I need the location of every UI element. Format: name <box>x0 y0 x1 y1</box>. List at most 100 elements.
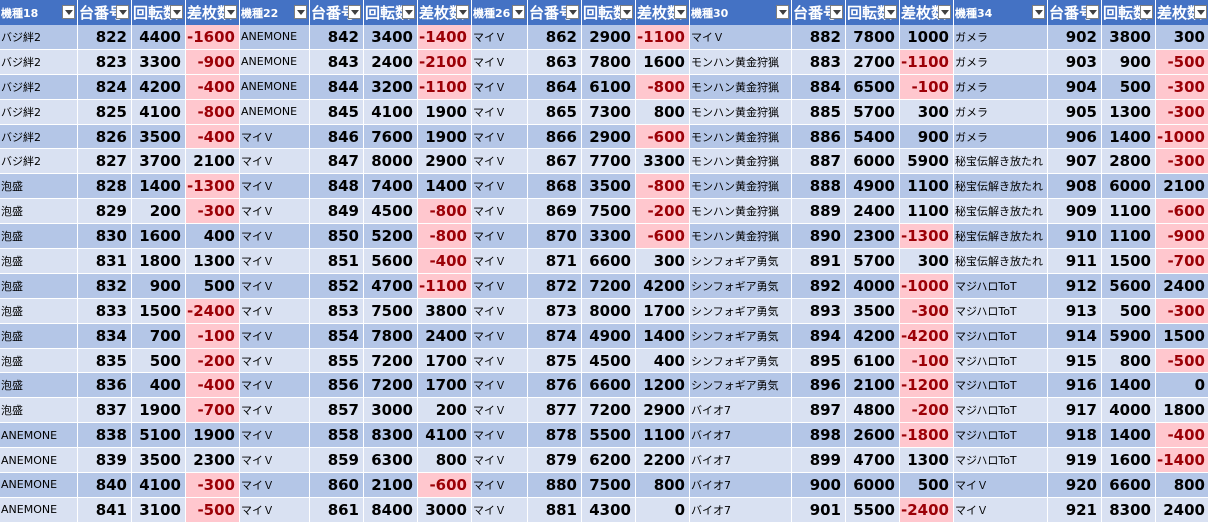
medal-difference-cell[interactable]: 1300 <box>186 249 240 274</box>
column-header[interactable]: 回転数 <box>364 0 418 25</box>
spin-count-cell[interactable]: 4900 <box>582 323 636 349</box>
medal-difference-cell[interactable]: -400 <box>186 124 240 150</box>
medal-difference-cell[interactable]: -1000 <box>1156 124 1208 150</box>
spin-count-cell[interactable]: 5600 <box>364 249 418 274</box>
column-header[interactable]: 差枚数 <box>186 0 240 25</box>
machine-name-cell[interactable]: マジハロToT <box>954 273 1048 299</box>
column-header[interactable]: 回転数 <box>582 0 636 25</box>
unit-number-cell[interactable]: 870 <box>528 224 582 250</box>
filter-dropdown-icon[interactable] <box>1086 5 1099 19</box>
column-header[interactable]: 台番号 <box>310 0 364 25</box>
medal-difference-cell[interactable]: -300 <box>1156 74 1208 100</box>
machine-name-cell[interactable]: モンハン黄金狩猟 <box>690 49 792 75</box>
unit-number-cell[interactable]: 871 <box>528 249 582 274</box>
medal-difference-cell[interactable]: -800 <box>636 174 690 200</box>
filter-dropdown-icon[interactable] <box>170 5 183 19</box>
spin-count-cell[interactable]: 7200 <box>364 348 418 374</box>
spin-count-cell[interactable]: 8000 <box>364 149 418 175</box>
spin-count-cell[interactable]: 6500 <box>846 74 900 100</box>
spin-count-cell[interactable]: 7700 <box>582 149 636 175</box>
spin-count-cell[interactable]: 2400 <box>364 49 418 75</box>
unit-number-cell[interactable]: 822 <box>78 25 132 50</box>
spin-count-cell[interactable]: 7300 <box>582 99 636 125</box>
unit-number-cell[interactable]: 905 <box>1048 99 1102 125</box>
medal-difference-cell[interactable]: 1500 <box>1156 323 1208 349</box>
medal-difference-cell[interactable]: -800 <box>186 99 240 125</box>
machine-name-cell[interactable]: シンフォギア勇気 <box>690 348 792 374</box>
unit-number-cell[interactable]: 913 <box>1048 298 1102 324</box>
machine-name-cell[interactable]: ANEMONE <box>0 497 78 523</box>
spin-count-cell[interactable]: 8400 <box>364 497 418 523</box>
spin-count-cell[interactable]: 1600 <box>132 224 186 250</box>
machine-name-cell[interactable]: ANEMONE <box>240 99 310 125</box>
machine-name-cell[interactable]: マイＶ <box>472 298 528 324</box>
medal-difference-cell[interactable]: 1100 <box>636 423 690 449</box>
machine-name-cell[interactable]: ガメラ <box>954 74 1048 100</box>
machine-name-cell[interactable]: 泡盛 <box>0 273 78 299</box>
machine-name-cell[interactable]: マイＶ <box>240 174 310 200</box>
column-header[interactable]: 差枚数 <box>636 0 690 25</box>
medal-difference-cell[interactable]: -1300 <box>900 224 954 250</box>
filter-dropdown-icon[interactable] <box>830 5 843 19</box>
unit-number-cell[interactable]: 856 <box>310 373 364 399</box>
medal-difference-cell[interactable]: -1400 <box>418 25 472 50</box>
medal-difference-cell[interactable]: -300 <box>900 298 954 324</box>
unit-number-cell[interactable]: 920 <box>1048 473 1102 498</box>
medal-difference-cell[interactable]: -100 <box>186 323 240 349</box>
spin-count-cell[interactable]: 800 <box>1102 348 1156 374</box>
filter-dropdown-icon[interactable] <box>62 5 75 19</box>
unit-number-cell[interactable]: 835 <box>78 348 132 374</box>
spin-count-cell[interactable]: 4100 <box>132 473 186 498</box>
medal-difference-cell[interactable]: -800 <box>418 199 472 225</box>
machine-name-cell[interactable]: マジハロToT <box>954 373 1048 399</box>
medal-difference-cell[interactable]: 3800 <box>418 298 472 324</box>
spin-count-cell[interactable]: 4500 <box>364 199 418 225</box>
medal-difference-cell[interactable]: 1900 <box>418 99 472 125</box>
machine-name-cell[interactable]: マイＶ <box>954 497 1048 523</box>
medal-difference-cell[interactable]: -200 <box>900 398 954 424</box>
medal-difference-cell[interactable]: -900 <box>186 49 240 75</box>
spin-count-cell[interactable]: 700 <box>132 323 186 349</box>
machine-name-cell[interactable]: マイＶ <box>240 298 310 324</box>
unit-number-cell[interactable]: 863 <box>528 49 582 75</box>
machine-name-cell[interactable]: マイＶ <box>240 448 310 474</box>
spin-count-cell[interactable]: 4500 <box>582 348 636 374</box>
medal-difference-cell[interactable]: 1100 <box>900 199 954 225</box>
unit-number-cell[interactable]: 886 <box>792 124 846 150</box>
column-header[interactable]: 回転数 <box>1102 0 1156 25</box>
unit-number-cell[interactable]: 874 <box>528 323 582 349</box>
spin-count-cell[interactable]: 7500 <box>582 473 636 498</box>
unit-number-cell[interactable]: 889 <box>792 199 846 225</box>
spin-count-cell[interactable]: 2900 <box>582 124 636 150</box>
column-header[interactable]: 回転数 <box>846 0 900 25</box>
medal-difference-cell[interactable]: 800 <box>636 99 690 125</box>
spin-count-cell[interactable]: 7200 <box>582 273 636 299</box>
medal-difference-cell[interactable]: 5900 <box>900 149 954 175</box>
spin-count-cell[interactable]: 1800 <box>132 249 186 274</box>
machine-name-cell[interactable]: モンハン黄金狩猟 <box>690 199 792 225</box>
medal-difference-cell[interactable]: 500 <box>900 473 954 498</box>
spin-count-cell[interactable]: 3100 <box>132 497 186 523</box>
medal-difference-cell[interactable]: 2900 <box>636 398 690 424</box>
column-header[interactable]: 差枚数 <box>900 0 954 25</box>
medal-difference-cell[interactable]: 200 <box>418 398 472 424</box>
unit-number-cell[interactable]: 911 <box>1048 249 1102 274</box>
unit-number-cell[interactable]: 881 <box>528 497 582 523</box>
spin-count-cell[interactable]: 6000 <box>846 149 900 175</box>
machine-name-cell[interactable]: マイＶ <box>472 423 528 449</box>
medal-difference-cell[interactable]: -2100 <box>418 49 472 75</box>
unit-number-cell[interactable]: 868 <box>528 174 582 200</box>
machine-name-cell[interactable]: マイＶ <box>472 273 528 299</box>
column-header[interactable]: 機種26 <box>472 0 528 25</box>
machine-name-cell[interactable]: シンフォギア勇気 <box>690 373 792 399</box>
column-header[interactable]: 差枚数 <box>418 0 472 25</box>
medal-difference-cell[interactable]: 800 <box>418 448 472 474</box>
machine-name-cell[interactable]: 泡盛 <box>0 348 78 374</box>
spin-count-cell[interactable]: 1400 <box>1102 373 1156 399</box>
spin-count-cell[interactable]: 2300 <box>846 224 900 250</box>
unit-number-cell[interactable]: 879 <box>528 448 582 474</box>
machine-name-cell[interactable]: マイＶ <box>472 174 528 200</box>
unit-number-cell[interactable]: 859 <box>310 448 364 474</box>
spin-count-cell[interactable]: 4100 <box>132 99 186 125</box>
spin-count-cell[interactable]: 500 <box>1102 298 1156 324</box>
